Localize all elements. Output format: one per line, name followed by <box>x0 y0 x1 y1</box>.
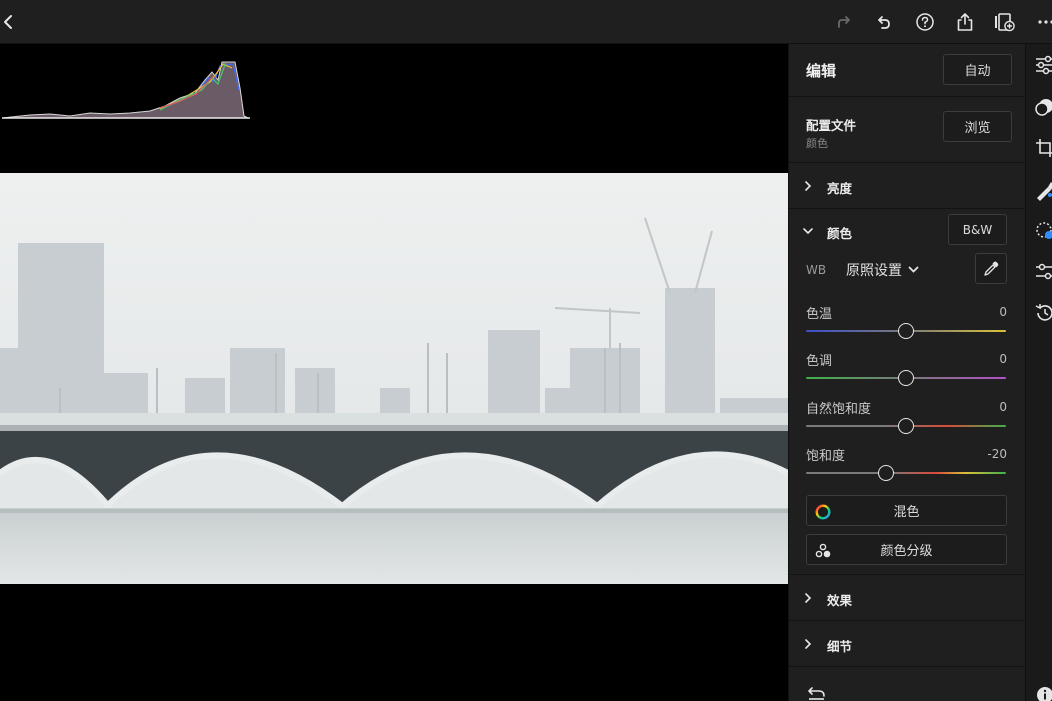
saturation-value: -20 <box>987 447 1007 461</box>
bw-button[interactable]: B&W <box>948 214 1007 245</box>
profile-label: 配置文件 <box>806 118 857 133</box>
panel-title: 编辑 <box>806 62 837 80</box>
color-grading-button[interactable]: 颜色分级 <box>806 534 1007 565</box>
wb-value: 原照设置 <box>846 263 902 279</box>
help-icon[interactable] <box>913 10 937 34</box>
tool-strip <box>1025 44 1052 701</box>
top-toolbar <box>0 0 1052 44</box>
color-section: 颜色 B&W WB 原照设置 色温 0 色调 0 自然饱和度 0 饱和度 -20 <box>789 209 1026 575</box>
eyedropper-icon <box>984 261 999 276</box>
redo-icon[interactable] <box>832 10 856 34</box>
vibrance-value: 0 <box>999 400 1007 414</box>
color-wheel-icon <box>815 504 831 520</box>
healing-icon[interactable] <box>1034 179 1052 201</box>
chevron-right-icon <box>805 639 812 649</box>
saturation-slider-thumb[interactable] <box>878 465 894 481</box>
photo-canvas[interactable] <box>0 44 788 701</box>
effects-section-header[interactable]: 效果 <box>789 575 1026 621</box>
panel-header: 编辑 自动 <box>789 44 1026 97</box>
wb-label: WB <box>806 263 827 277</box>
tint-value: 0 <box>999 352 1007 366</box>
saturation-slider-track[interactable] <box>806 472 1006 474</box>
tint-label: 色调 <box>806 354 833 369</box>
share-icon[interactable] <box>953 10 977 34</box>
tint-slider-thumb[interactable] <box>898 370 914 386</box>
undo-icon[interactable] <box>872 10 896 34</box>
light-section-header[interactable]: 亮度 <box>789 163 1026 209</box>
versions-icon[interactable] <box>1034 261 1052 283</box>
eyedropper-button[interactable] <box>975 253 1007 284</box>
reset-icon[interactable] <box>807 685 827 701</box>
color-mix-label: 混色 <box>893 505 920 520</box>
photo-image <box>0 173 788 584</box>
crop-icon[interactable] <box>1034 137 1052 159</box>
more-icon[interactable] <box>1034 10 1052 34</box>
detail-section-header[interactable]: 细节 <box>789 621 1026 667</box>
vibrance-slider-thumb[interactable] <box>898 418 914 434</box>
add-to-album-icon[interactable] <box>993 10 1017 34</box>
info-icon[interactable] <box>1034 684 1052 701</box>
auto-button[interactable]: 自动 <box>943 54 1012 85</box>
vibrance-label: 自然饱和度 <box>806 402 872 417</box>
detail-label: 细节 <box>827 639 853 654</box>
presets-icon[interactable] <box>1034 96 1052 118</box>
temp-value: 0 <box>999 305 1007 319</box>
history-icon[interactable] <box>1034 302 1052 324</box>
profile-value: 颜色 <box>806 137 828 150</box>
temp-label: 色温 <box>806 307 833 322</box>
chevron-right-icon <box>805 181 812 191</box>
edit-panel: 编辑 自动 配置文件 颜色 浏览 亮度 颜色 B&W WB 原照设置 色温 0 … <box>788 44 1026 701</box>
edit-sliders-icon[interactable] <box>1034 54 1052 76</box>
saturation-label: 饱和度 <box>806 449 846 464</box>
back-icon[interactable] <box>0 10 20 34</box>
color-grading-icon <box>815 543 831 558</box>
color-grading-label: 颜色分级 <box>880 544 933 559</box>
profile-section: 配置文件 颜色 浏览 <box>789 97 1026 163</box>
wb-dropdown[interactable]: 原照设置 <box>846 260 919 280</box>
browse-button[interactable]: 浏览 <box>943 111 1012 142</box>
chevron-right-icon <box>805 593 812 603</box>
light-label: 亮度 <box>827 181 853 196</box>
temp-slider-thumb[interactable] <box>898 323 914 339</box>
color-mix-button[interactable]: 混色 <box>806 495 1007 526</box>
effects-label: 效果 <box>827 593 853 608</box>
masking-icon[interactable] <box>1034 220 1052 242</box>
chevron-down-icon[interactable] <box>803 226 813 236</box>
dropdown-chevron-icon <box>908 266 919 273</box>
color-label[interactable]: 颜色 <box>827 223 852 242</box>
histogram <box>1 61 250 119</box>
